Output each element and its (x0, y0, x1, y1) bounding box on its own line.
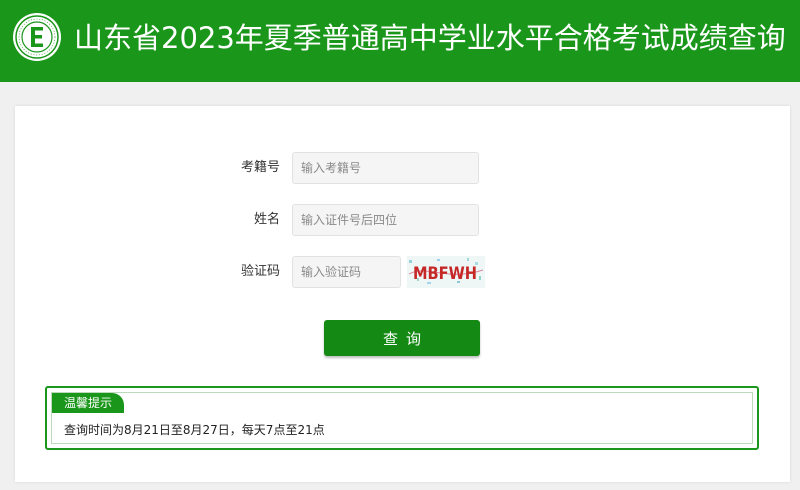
captcha-input[interactable] (292, 256, 401, 288)
captcha-image[interactable]: MBFWH (407, 256, 485, 288)
notice-box: 温馨提示 查询时间为8月21日至8月27日，每天7点至21点 (45, 386, 759, 450)
query-submit-button[interactable]: 查询 (324, 320, 480, 356)
notice-tag: 温馨提示 (52, 393, 125, 413)
page-header: 山东省2023年夏季普通高中学业水平合格考试成绩查询 (0, 0, 800, 82)
name-label: 姓名 (253, 212, 280, 227)
education-exam-logo-icon (13, 13, 61, 61)
captcha-text: MBFWH (413, 264, 477, 284)
query-card: 考籍号 姓名 验证码 MBFWH 查询 温馨提示 查询时间为8月21日至8月27… (15, 106, 790, 482)
name-input[interactable] (292, 204, 479, 236)
notice-text: 查询时间为8月21日至8月27日，每天7点至21点 (64, 423, 325, 437)
notice-inner: 温馨提示 查询时间为8月21日至8月27日，每天7点至21点 (51, 392, 753, 444)
captcha-label: 验证码 (240, 264, 280, 279)
exam-number-label: 考籍号 (240, 160, 280, 175)
exam-number-input[interactable] (292, 152, 479, 184)
page-title: 山东省2023年夏季普通高中学业水平合格考试成绩查询 (74, 21, 786, 55)
